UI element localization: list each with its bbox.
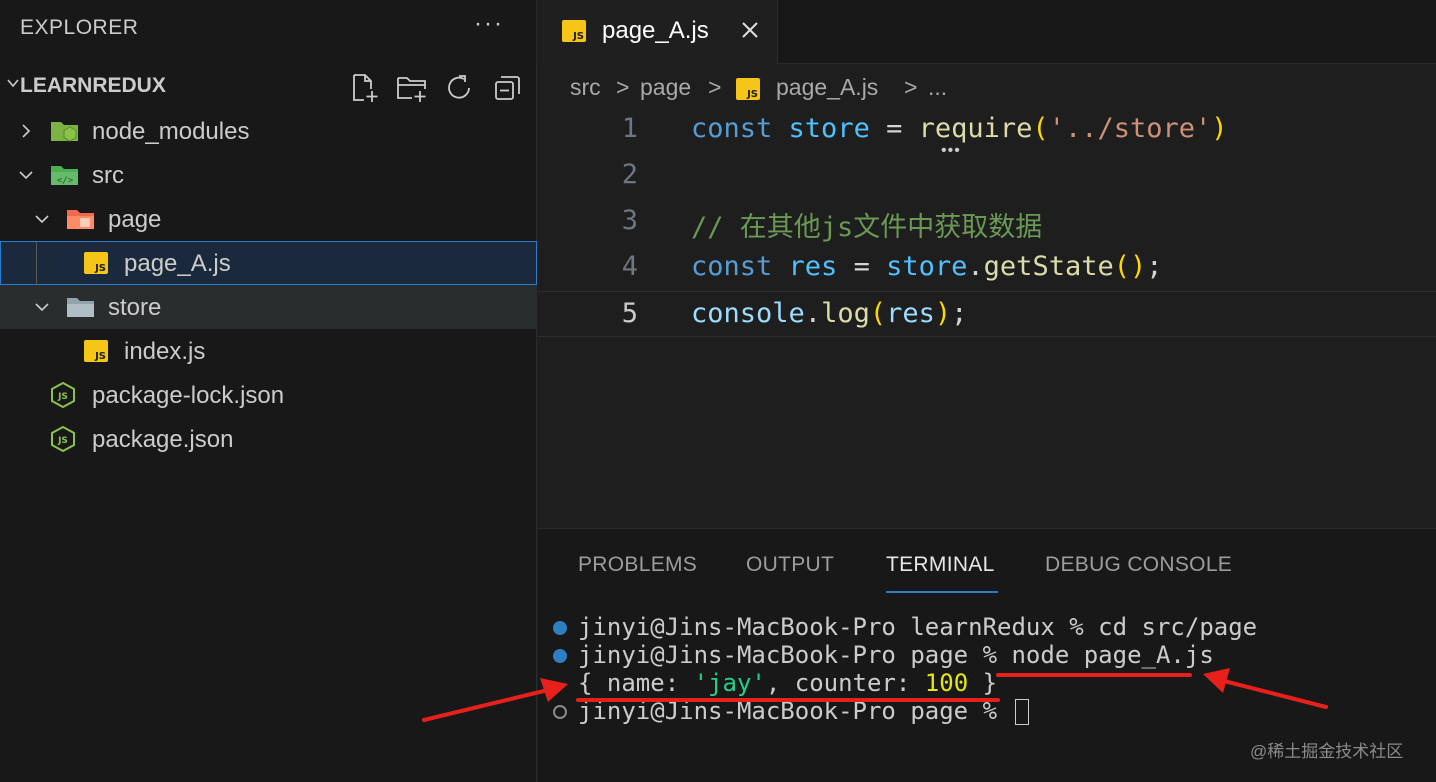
- code-line[interactable]: 4 const res = store.getState();: [538, 245, 1436, 291]
- terminal-line: jinyi@Jins-MacBook-Pro learnRedux % cd s…: [578, 613, 1258, 641]
- code-text: console.log(res);: [691, 298, 968, 329]
- svg-text:JS: JS: [57, 436, 68, 446]
- terminal-cursor: [1015, 699, 1030, 725]
- code-line[interactable]: 3 // 在其他js文件中获取数据: [538, 199, 1436, 245]
- js-file-icon: [84, 252, 108, 274]
- js-file-icon: [736, 78, 760, 100]
- command-status-dot: [553, 649, 567, 663]
- tree-item-label: page: [108, 206, 162, 233]
- tree-item-src[interactable]: </> src: [0, 153, 537, 197]
- new-folder-icon[interactable]: [396, 72, 428, 104]
- svg-text:</>: </>: [57, 176, 74, 186]
- tab-problems[interactable]: PROBLEMS: [578, 553, 697, 577]
- chevron-down-icon: [19, 171, 33, 180]
- terminal-prompt[interactable]: jinyi@Jins-MacBook-Pro page %: [578, 697, 1030, 725]
- breadcrumb-item-more[interactable]: ...: [928, 74, 947, 101]
- breadcrumb-item-src[interactable]: src: [570, 74, 601, 101]
- code-line-current[interactable]: 5 console.log(res);: [538, 291, 1436, 337]
- line-number: 2: [621, 159, 638, 190]
- tree-item-page-a-js[interactable]: page_A.js: [0, 241, 537, 285]
- tree-item-package-json[interactable]: JS package.json: [0, 417, 537, 461]
- tree-item-package-lock-json[interactable]: JS package-lock.json: [0, 373, 537, 417]
- breadcrumb-separator: >: [904, 74, 918, 100]
- tab-terminal[interactable]: TERMINAL: [886, 553, 995, 577]
- terminal-line: jinyi@Jins-MacBook-Pro page % node page_…: [578, 641, 1214, 669]
- active-tab-indicator: [886, 591, 998, 593]
- tree-item-label: node_modules: [92, 118, 250, 145]
- node-folder-icon: [51, 122, 78, 142]
- tab-output[interactable]: OUTPUT: [746, 553, 834, 577]
- explorer-title: EXPLORER: [20, 16, 139, 39]
- tree-item-label: page_A.js: [124, 250, 231, 277]
- code-text: const store = require('../store'): [691, 113, 1228, 144]
- new-file-icon[interactable]: [349, 72, 381, 104]
- code-text: const res = store.getState();: [691, 251, 1163, 282]
- watermark: @稀土掘金技术社区: [1250, 742, 1404, 761]
- explorer-sidebar: EXPLORER ··· LEARNREDUX node_modules </>…: [0, 0, 537, 782]
- tree-item-store[interactable]: store: [0, 285, 537, 329]
- page-folder-icon: [67, 210, 94, 229]
- command-status-dot: [553, 621, 567, 635]
- terminal-output: { name: 'jay', counter: 100 }: [578, 669, 998, 697]
- chevron-right-icon: [22, 124, 31, 138]
- breadcrumb-separator: >: [616, 74, 630, 100]
- code-comment: // 在其他js文件中获取数据: [691, 212, 1043, 243]
- tree-item-label: package.json: [92, 426, 234, 453]
- breadcrumb-item-file[interactable]: page_A.js: [776, 74, 878, 101]
- line-number: 5: [621, 298, 638, 329]
- code-line[interactable]: 2: [538, 153, 1436, 199]
- nodejs-icon: JS: [51, 426, 75, 452]
- project-header[interactable]: LEARNREDUX: [0, 64, 537, 108]
- code-line[interactable]: 1 const store = require('../store'): [538, 107, 1436, 153]
- tree-item-label: index.js: [124, 338, 206, 365]
- tab-label: page_A.js: [602, 17, 709, 44]
- project-name: LEARNREDUX: [20, 74, 166, 97]
- folder-icon: [67, 298, 94, 317]
- nodejs-icon: JS: [51, 382, 75, 408]
- chevron-down-icon: [7, 79, 19, 88]
- js-file-icon: [562, 20, 586, 42]
- tree-item-label: store: [108, 294, 162, 321]
- command-status-dot: [553, 705, 567, 719]
- breadcrumb-item-page[interactable]: page: [640, 74, 691, 101]
- line-number: 4: [621, 251, 638, 282]
- breadcrumb-separator: >: [708, 74, 722, 100]
- refresh-icon[interactable]: [443, 72, 475, 104]
- tree-item-label: src: [92, 162, 124, 189]
- collapse-all-icon[interactable]: [492, 72, 524, 104]
- tree-item-page[interactable]: page: [0, 197, 537, 241]
- more-actions-icon[interactable]: ···: [474, 10, 504, 38]
- tree-item-label: package-lock.json: [92, 382, 285, 409]
- tab-debug-console[interactable]: DEBUG CONSOLE: [1045, 553, 1232, 577]
- line-number: 3: [621, 205, 638, 236]
- js-file-icon: [84, 340, 108, 362]
- editor-tab-bar: page_A.js: [538, 0, 1436, 64]
- line-number: 1: [621, 113, 638, 144]
- indent-guide: [36, 242, 37, 286]
- chevron-down-icon: [35, 215, 49, 224]
- tab-page-a-js[interactable]: page_A.js: [538, 0, 778, 64]
- chevron-down-icon: [35, 303, 49, 312]
- svg-text:JS: JS: [57, 392, 68, 402]
- src-folder-icon: </>: [51, 166, 78, 186]
- close-icon[interactable]: [740, 20, 760, 40]
- tree-item-index-js[interactable]: index.js: [0, 329, 537, 373]
- tree-item-node-modules[interactable]: node_modules: [0, 109, 537, 153]
